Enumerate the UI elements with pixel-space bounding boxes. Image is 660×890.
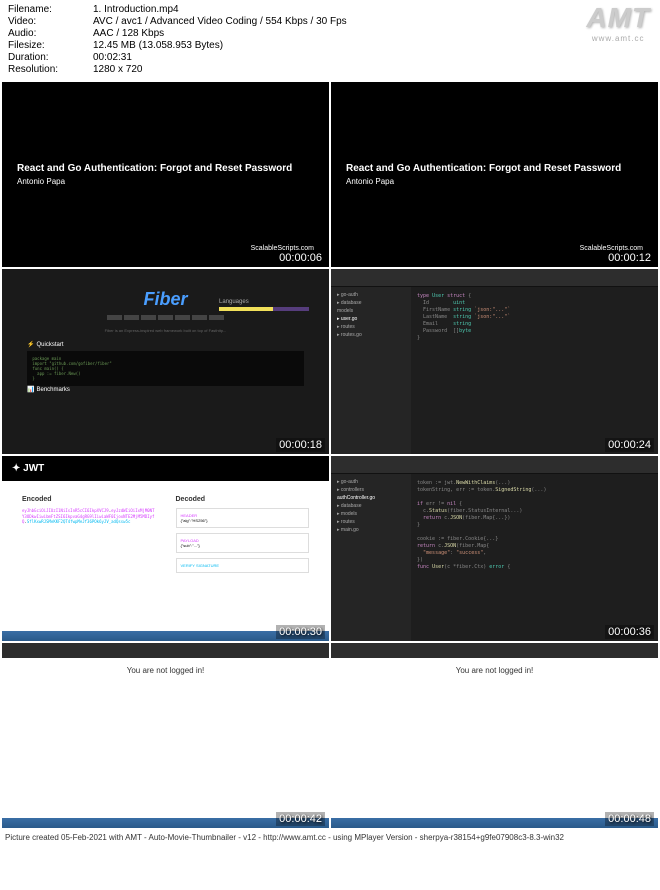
slide-title: React and Go Authentication: Forgot and … [17, 163, 314, 174]
timestamp: 00:00:12 [605, 251, 654, 265]
slide-author: Antonio Papa [346, 177, 643, 186]
thumbnail-4[interactable]: ▸ go-auth ▸ database models ▸ user.go ▸ … [331, 269, 658, 454]
jwt-token: eyJhbGciOiJIUzI1NiIsInR5cCI6IkpXVCJ9.eyJ… [22, 508, 156, 525]
file-tree: ▸ go-auth ▸ controllers authController.g… [331, 474, 411, 641]
quickstart-heading: ⚡ Quickstart [27, 341, 303, 348]
footer-text: Picture created 05-Feb-2021 with AMT - A… [0, 830, 660, 845]
thumbnail-2[interactable]: React and Go Authentication: Forgot and … [331, 82, 658, 267]
jwt-header: ✦ JWT [2, 456, 329, 481]
filename-value: 1. Introduction.mp4 [93, 4, 179, 15]
resolution-value: 1280 x 720 [93, 64, 143, 75]
jwt-logo: ✦ JWT [12, 463, 44, 474]
benchmarks-heading: 📊 Benchmarks [27, 386, 303, 393]
logo-url: www.amt.cc [586, 34, 650, 43]
fiber-logo: Fiber [143, 289, 187, 310]
thumbnail-3[interactable]: Fiber Fiber is an Express-inspired web f… [2, 269, 329, 454]
page-message: You are not logged in! [456, 666, 534, 828]
slide-title: React and Go Authentication: Forgot and … [346, 163, 643, 174]
code-editor: token := jwt.NewWithClaims(...) tokenStr… [411, 474, 658, 641]
filename-label: Filename: [8, 4, 93, 15]
timestamp: 00:00:42 [276, 812, 325, 826]
audio-value: AAC / 128 Kbps [93, 28, 164, 39]
browser-chrome [331, 643, 658, 658]
filesize-value: 12.45 MB (13.058.953 Bytes) [93, 40, 223, 51]
metadata-panel: Filename:1. Introduction.mp4 Video:AVC /… [0, 0, 660, 80]
video-label: Video: [8, 16, 93, 27]
browser-chrome [2, 643, 329, 658]
ide-titlebar [331, 269, 658, 287]
file-tree: ▸ go-auth ▸ database models ▸ user.go ▸ … [331, 287, 411, 454]
thumbnail-grid: React and Go Authentication: Forgot and … [0, 80, 660, 830]
timestamp: 00:00:18 [276, 438, 325, 452]
thumbnail-7[interactable]: You are not logged in! 00:00:42 [2, 643, 329, 828]
encoded-label: Encoded [22, 496, 156, 503]
thumbnail-5[interactable]: ✦ JWT Encoded eyJhbGciOiJIUzI1NiIsInR5cC… [2, 456, 329, 641]
code-block: package mainimport "github.com/gofiber/f… [27, 351, 303, 386]
resolution-label: Resolution: [8, 64, 93, 75]
timestamp: 00:00:30 [276, 625, 325, 639]
thumbnail-1[interactable]: React and Go Authentication: Forgot and … [2, 82, 329, 267]
fiber-flags [107, 315, 224, 320]
video-value: AVC / avc1 / Advanced Video Coding / 554… [93, 16, 347, 27]
timestamp: 00:00:06 [276, 251, 325, 265]
audio-label: Audio: [8, 28, 93, 39]
slide-author: Antonio Papa [17, 177, 314, 186]
ide-titlebar [331, 456, 658, 474]
duration-value: 00:02:31 [93, 52, 132, 63]
payload-box: PAYLOAD{"sub":"..."} [176, 533, 310, 553]
amt-logo: AMT www.amt.cc [586, 2, 650, 43]
thumbnail-6[interactable]: ▸ go-auth ▸ controllers authController.g… [331, 456, 658, 641]
signature-box: VERIFY SIGNATURE [176, 558, 310, 573]
decoded-label: Decoded [176, 496, 310, 503]
code-editor: type User struct { Id uint FirstName str… [411, 287, 658, 454]
logo-text: AMT [586, 2, 650, 34]
duration-label: Duration: [8, 52, 93, 63]
languages-panel: Languages [219, 299, 309, 315]
timestamp: 00:00:36 [605, 625, 654, 639]
fiber-description: Fiber is an Express-inspired web framewo… [105, 328, 227, 333]
header-box: HEADER{"alg":"HS256"} [176, 508, 310, 528]
thumbnail-8[interactable]: You are not logged in! 00:00:48 [331, 643, 658, 828]
timestamp: 00:00:24 [605, 438, 654, 452]
filesize-label: Filesize: [8, 40, 93, 51]
page-message: You are not logged in! [127, 666, 205, 828]
timestamp: 00:00:48 [605, 812, 654, 826]
